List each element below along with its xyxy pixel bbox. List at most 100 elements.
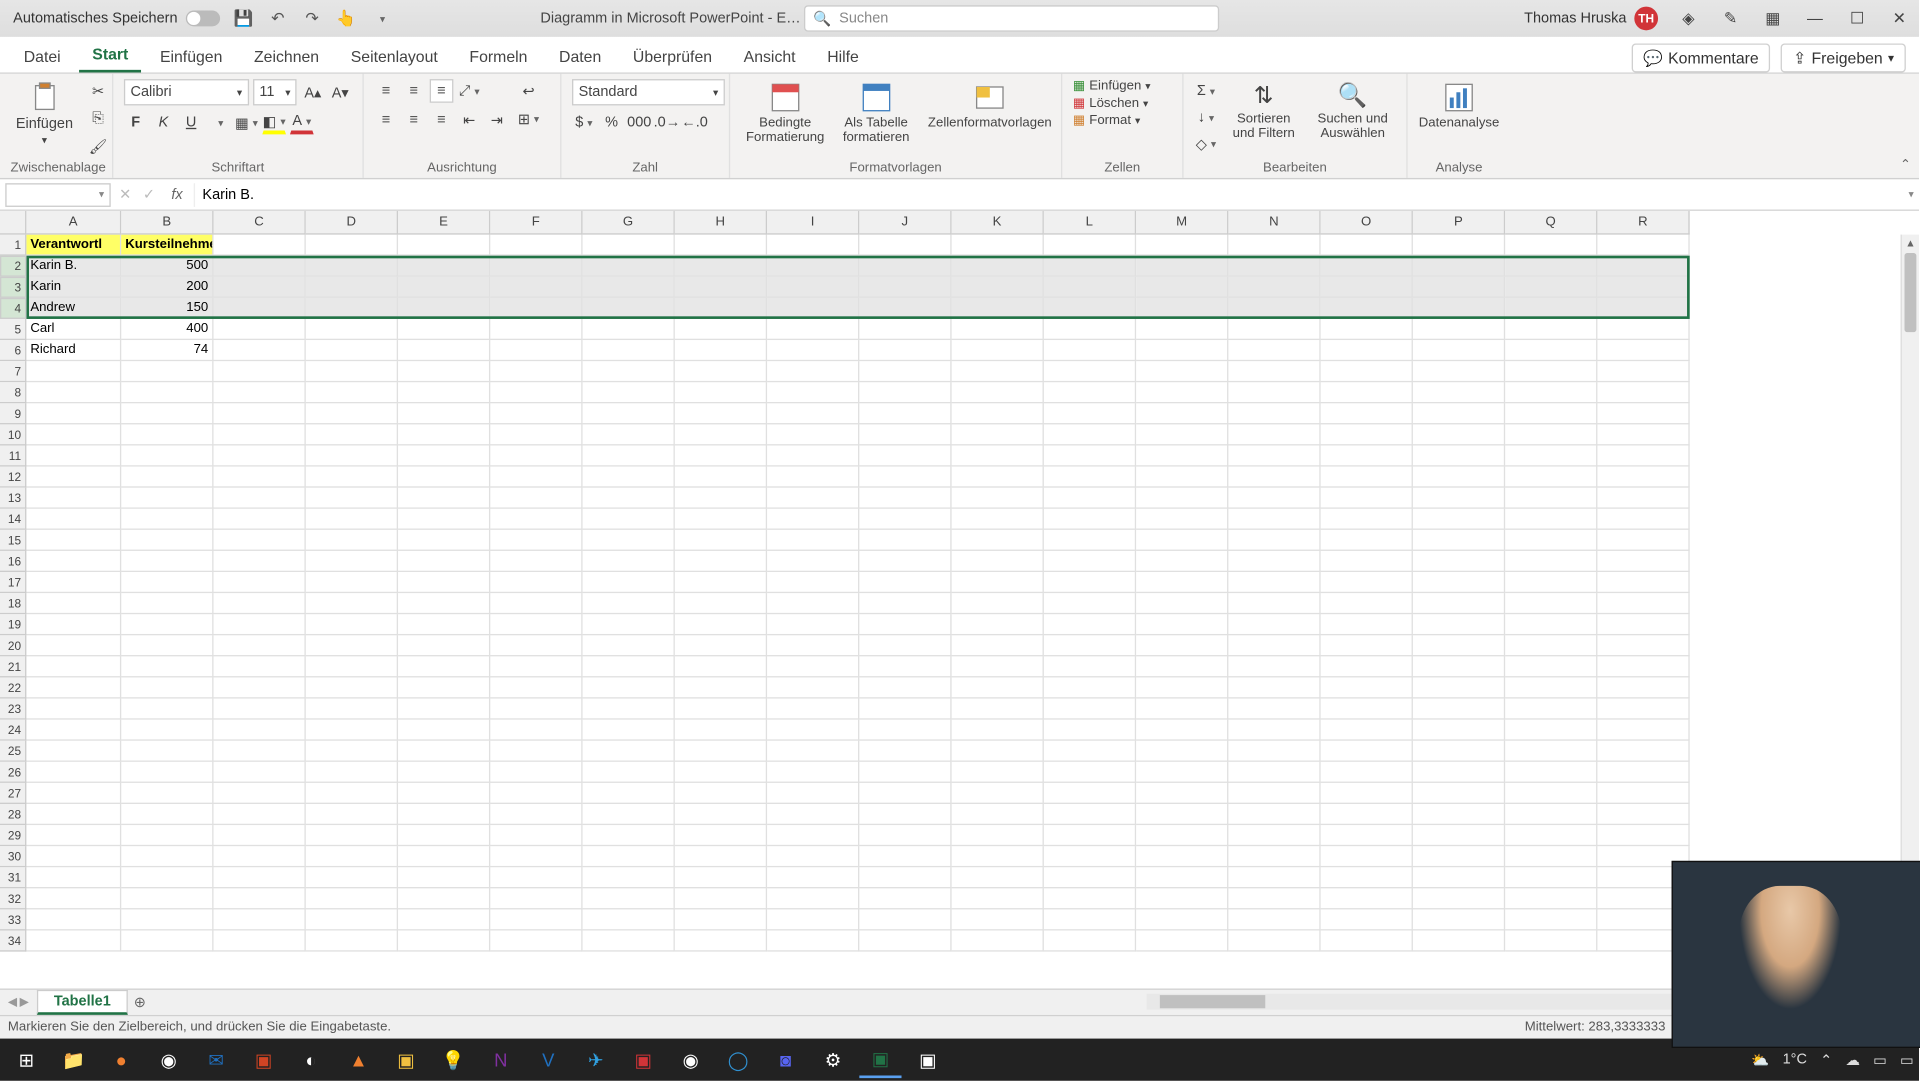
cell-B26[interactable] — [121, 762, 213, 783]
cell-L28[interactable] — [1044, 804, 1136, 825]
cell-P32[interactable] — [1413, 888, 1505, 909]
cell-N1[interactable] — [1228, 235, 1320, 256]
cell-A5[interactable]: Carl — [26, 319, 121, 340]
cell-D28[interactable] — [306, 804, 398, 825]
touch-mode-icon[interactable]: 👆 — [336, 8, 357, 29]
cell-A30[interactable] — [26, 846, 121, 867]
cell-P6[interactable] — [1413, 340, 1505, 361]
tab-nav-last-icon[interactable]: ▶ — [20, 995, 29, 1009]
cell-C24[interactable] — [214, 720, 306, 741]
cell-G2[interactable] — [583, 256, 675, 277]
cell-C11[interactable] — [214, 445, 306, 466]
cell-G23[interactable] — [583, 699, 675, 720]
row-header-4[interactable]: 4 — [0, 298, 26, 319]
format-as-table-button[interactable]: Als Tabelle formatieren — [838, 79, 915, 148]
cell-O21[interactable] — [1321, 656, 1413, 677]
cell-G19[interactable] — [583, 614, 675, 635]
scroll-thumb[interactable] — [1905, 253, 1917, 332]
cell-Q2[interactable] — [1505, 256, 1597, 277]
weather-icon[interactable]: ⛅ — [1751, 1051, 1769, 1068]
column-header-R[interactable]: R — [1597, 211, 1689, 235]
row-header-23[interactable]: 23 — [0, 699, 26, 720]
cell-B25[interactable] — [121, 741, 213, 762]
cell-B24[interactable] — [121, 720, 213, 741]
cell-M22[interactable] — [1136, 677, 1228, 698]
cell-I10[interactable] — [767, 424, 859, 445]
cell-J21[interactable] — [859, 656, 951, 677]
row-header-7[interactable]: 7 — [0, 361, 26, 382]
cell-R7[interactable] — [1597, 361, 1689, 382]
cell-B28[interactable] — [121, 804, 213, 825]
cell-Q23[interactable] — [1505, 699, 1597, 720]
cell-R28[interactable] — [1597, 804, 1689, 825]
cell-G9[interactable] — [583, 403, 675, 424]
cell-E20[interactable] — [398, 635, 490, 656]
cell-O9[interactable] — [1321, 403, 1413, 424]
cell-G33[interactable] — [583, 909, 675, 930]
cell-P26[interactable] — [1413, 762, 1505, 783]
cell-B22[interactable] — [121, 677, 213, 698]
hscroll-thumb[interactable] — [1160, 995, 1265, 1008]
cell-Q15[interactable] — [1505, 530, 1597, 551]
cell-J25[interactable] — [859, 741, 951, 762]
cell-G22[interactable] — [583, 677, 675, 698]
cell-O5[interactable] — [1321, 319, 1413, 340]
cell-Q31[interactable] — [1505, 867, 1597, 888]
cell-H6[interactable] — [675, 340, 767, 361]
cell-E34[interactable] — [398, 931, 490, 952]
cell-F1[interactable] — [490, 235, 582, 256]
tab-seitenlayout[interactable]: Seitenlayout — [338, 40, 451, 73]
cell-H19[interactable] — [675, 614, 767, 635]
scroll-up-icon[interactable]: ▲ — [1902, 235, 1919, 251]
cell-D25[interactable] — [306, 741, 398, 762]
cell-H27[interactable] — [675, 783, 767, 804]
powerpoint-icon[interactable]: ▣ — [243, 1041, 285, 1078]
cell-P3[interactable] — [1413, 277, 1505, 298]
cell-J2[interactable] — [859, 256, 951, 277]
row-header-29[interactable]: 29 — [0, 825, 26, 846]
cell-J23[interactable] — [859, 699, 951, 720]
cell-O16[interactable] — [1321, 551, 1413, 572]
cell-J27[interactable] — [859, 783, 951, 804]
cell-J4[interactable] — [859, 298, 951, 319]
cell-L11[interactable] — [1044, 445, 1136, 466]
cell-A26[interactable] — [26, 762, 121, 783]
cell-Q19[interactable] — [1505, 614, 1597, 635]
cell-C26[interactable] — [214, 762, 306, 783]
cell-K6[interactable] — [952, 340, 1044, 361]
cell-K18[interactable] — [952, 593, 1044, 614]
cell-P31[interactable] — [1413, 867, 1505, 888]
cell-H24[interactable] — [675, 720, 767, 741]
increase-indent-icon[interactable]: ⇥ — [485, 108, 509, 132]
cell-A31[interactable] — [26, 867, 121, 888]
cell-P10[interactable] — [1413, 424, 1505, 445]
cell-H3[interactable] — [675, 277, 767, 298]
cell-J7[interactable] — [859, 361, 951, 382]
cell-C2[interactable] — [214, 256, 306, 277]
cell-B7[interactable] — [121, 361, 213, 382]
cell-R19[interactable] — [1597, 614, 1689, 635]
cell-J33[interactable] — [859, 909, 951, 930]
cell-K5[interactable] — [952, 319, 1044, 340]
cell-P23[interactable] — [1413, 699, 1505, 720]
cell-Q29[interactable] — [1505, 825, 1597, 846]
cell-D29[interactable] — [306, 825, 398, 846]
formula-input[interactable]: Karin B. — [193, 183, 1903, 207]
cell-N13[interactable] — [1228, 488, 1320, 509]
cell-C3[interactable] — [214, 277, 306, 298]
column-headers[interactable]: ABCDEFGHIJKLMNOPQR — [26, 211, 1900, 235]
cell-I21[interactable] — [767, 656, 859, 677]
cell-H25[interactable] — [675, 741, 767, 762]
row-header-10[interactable]: 10 — [0, 424, 26, 445]
row-header-9[interactable]: 9 — [0, 403, 26, 424]
cell-A33[interactable] — [26, 909, 121, 930]
align-right-icon[interactable]: ≡ — [430, 108, 454, 132]
cell-O10[interactable] — [1321, 424, 1413, 445]
cell-K31[interactable] — [952, 867, 1044, 888]
close-button[interactable]: ✕ — [1887, 7, 1911, 31]
cell-C9[interactable] — [214, 403, 306, 424]
cell-H16[interactable] — [675, 551, 767, 572]
cell-N26[interactable] — [1228, 762, 1320, 783]
cell-B30[interactable] — [121, 846, 213, 867]
cell-C34[interactable] — [214, 931, 306, 952]
